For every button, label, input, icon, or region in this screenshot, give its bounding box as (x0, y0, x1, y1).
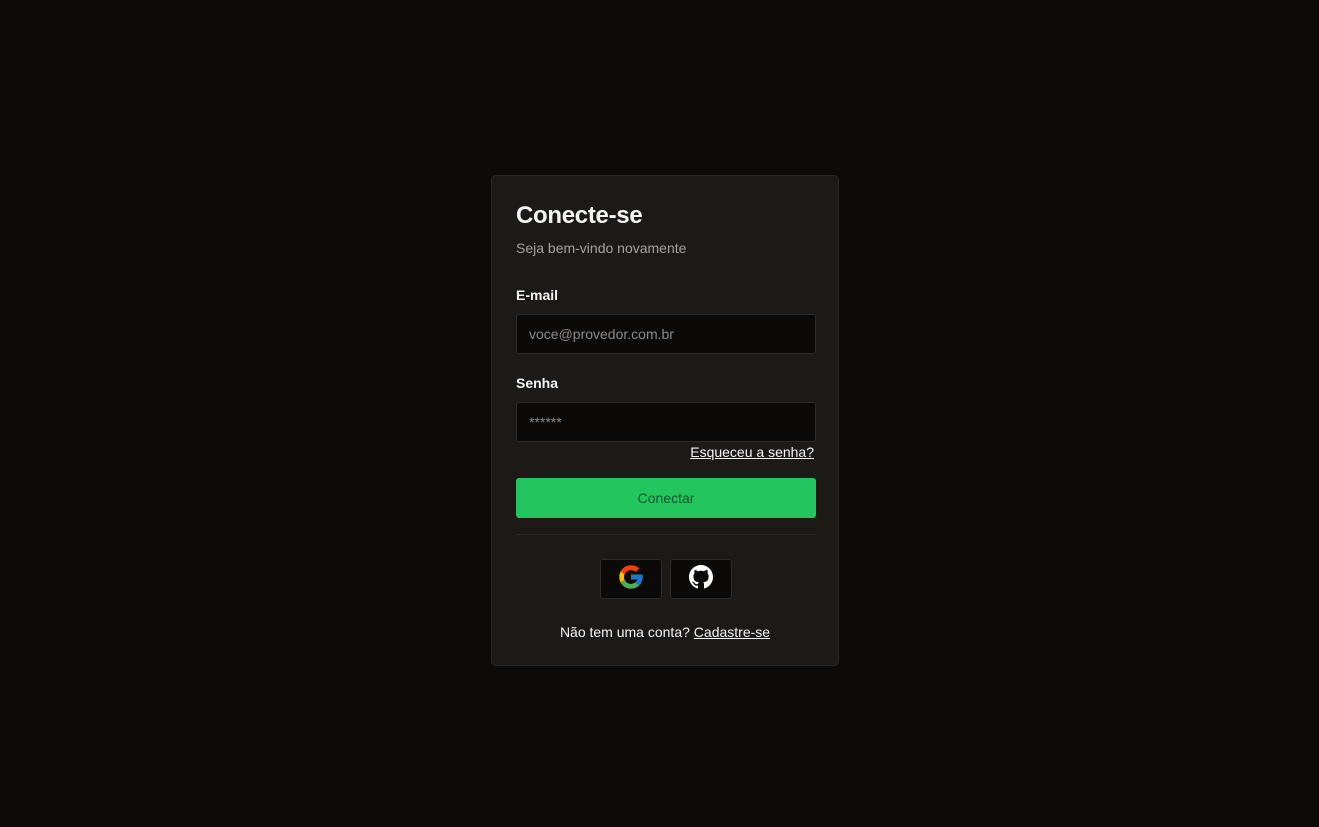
signup-prompt: Não tem uma conta? Cadastre-se (492, 624, 838, 640)
password-field[interactable] (516, 402, 816, 442)
divider (516, 534, 816, 535)
page-title: Conecte-se (516, 202, 643, 229)
email-field[interactable] (516, 314, 816, 354)
login-button[interactable]: Conectar (516, 478, 816, 518)
github-icon (689, 564, 713, 594)
login-card: Conecte-se Seja bem-vindo novamente E-ma… (491, 175, 839, 666)
password-label: Senha (516, 375, 559, 391)
signup-link[interactable]: Cadastre-se (694, 624, 770, 640)
github-login-button[interactable] (670, 559, 732, 599)
signup-prompt-text: Não tem uma conta? (559, 624, 690, 640)
forgot-password-link[interactable]: Esqueceu a senha? (690, 444, 814, 460)
google-icon (617, 563, 645, 596)
page-subtitle: Seja bem-vindo novamente (516, 240, 687, 256)
google-login-button[interactable] (600, 559, 662, 599)
email-label: E-mail (516, 287, 559, 303)
